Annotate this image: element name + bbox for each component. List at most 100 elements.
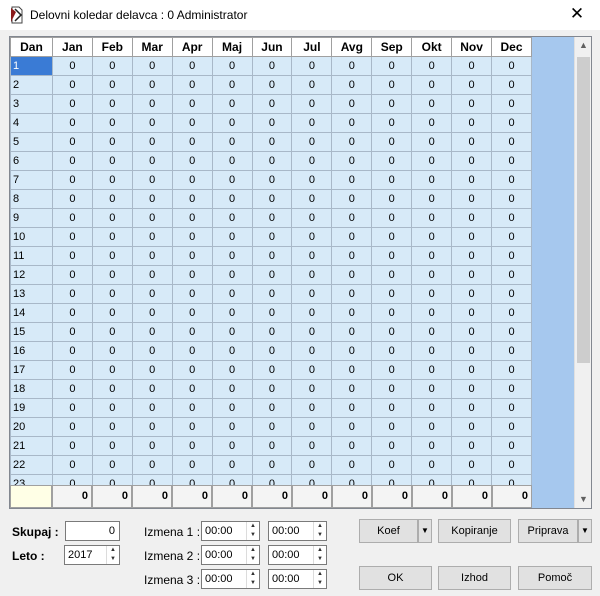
day-cell[interactable]: 4 <box>10 113 53 133</box>
hours-cell[interactable]: 0 <box>211 284 253 304</box>
hours-cell[interactable]: 0 <box>291 322 333 342</box>
hours-cell[interactable]: 0 <box>371 113 413 133</box>
hours-cell[interactable]: 0 <box>331 151 373 171</box>
hours-cell[interactable]: 0 <box>131 170 173 190</box>
hours-cell[interactable]: 0 <box>331 208 373 228</box>
hours-cell[interactable]: 0 <box>91 303 133 323</box>
hours-cell[interactable]: 0 <box>91 379 133 399</box>
hours-cell[interactable]: 0 <box>171 113 213 133</box>
hours-cell[interactable]: 0 <box>251 360 293 380</box>
day-cell[interactable]: 20 <box>10 417 53 437</box>
hours-cell[interactable]: 0 <box>451 208 493 228</box>
hours-cell[interactable]: 0 <box>371 75 413 95</box>
hours-cell[interactable]: 0 <box>131 94 173 114</box>
day-cell[interactable]: 5 <box>10 132 53 152</box>
hours-cell[interactable]: 0 <box>411 360 453 380</box>
hours-cell[interactable]: 0 <box>131 113 173 133</box>
hours-cell[interactable]: 0 <box>491 398 532 418</box>
hours-cell[interactable]: 0 <box>211 132 253 152</box>
hours-cell[interactable]: 0 <box>291 379 333 399</box>
hours-cell[interactable]: 0 <box>51 94 93 114</box>
hours-cell[interactable]: 0 <box>171 322 213 342</box>
hours-cell[interactable]: 0 <box>51 322 93 342</box>
day-cell[interactable]: 2 <box>10 75 53 95</box>
hours-cell[interactable]: 0 <box>91 56 133 76</box>
hours-cell[interactable]: 0 <box>251 208 293 228</box>
hours-cell[interactable]: 0 <box>291 246 333 266</box>
shift-2-from[interactable]: 00:00 ▲ ▼ <box>201 545 260 565</box>
hours-cell[interactable]: 0 <box>171 455 213 475</box>
hours-cell[interactable]: 0 <box>291 265 333 285</box>
hours-cell[interactable]: 0 <box>91 75 133 95</box>
hours-cell[interactable]: 0 <box>451 170 493 190</box>
hours-cell[interactable]: 0 <box>211 246 253 266</box>
hours-cell[interactable]: 0 <box>51 379 93 399</box>
hours-cell[interactable]: 0 <box>331 94 373 114</box>
hours-cell[interactable]: 0 <box>51 455 93 475</box>
hours-cell[interactable]: 0 <box>171 132 213 152</box>
hours-cell[interactable]: 0 <box>251 436 293 456</box>
hours-cell[interactable]: 0 <box>371 379 413 399</box>
hours-cell[interactable]: 0 <box>171 170 213 190</box>
hours-cell[interactable]: 0 <box>171 379 213 399</box>
hours-cell[interactable]: 0 <box>411 379 453 399</box>
hours-cell[interactable]: 0 <box>91 151 133 171</box>
shift-3-to[interactable]: 00:00 ▲ ▼ <box>268 569 327 589</box>
hours-cell[interactable]: 0 <box>251 56 293 76</box>
hours-cell[interactable]: 0 <box>51 113 93 133</box>
hours-cell[interactable]: 0 <box>131 227 173 247</box>
hours-cell[interactable]: 0 <box>451 436 493 456</box>
hours-cell[interactable]: 0 <box>451 379 493 399</box>
column-header-dan[interactable]: Dan <box>10 37 53 57</box>
hours-cell[interactable]: 0 <box>91 417 133 437</box>
hours-cell[interactable]: 0 <box>211 170 253 190</box>
spin-arrows-icon[interactable]: ▲ ▼ <box>313 546 326 564</box>
hours-cell[interactable]: 0 <box>291 189 333 209</box>
hours-cell[interactable]: 0 <box>451 75 493 95</box>
hours-cell[interactable]: 0 <box>51 360 93 380</box>
hours-cell[interactable]: 0 <box>251 189 293 209</box>
hours-cell[interactable]: 0 <box>171 436 213 456</box>
hours-cell[interactable]: 0 <box>331 189 373 209</box>
hours-cell[interactable]: 0 <box>451 360 493 380</box>
hours-cell[interactable]: 0 <box>51 341 93 361</box>
column-header-nov[interactable]: Nov <box>451 37 493 57</box>
column-header-okt[interactable]: Okt <box>411 37 453 57</box>
scroll-up-arrow-icon[interactable]: ▲ <box>575 37 591 54</box>
hours-cell[interactable]: 0 <box>411 436 453 456</box>
hours-cell[interactable]: 0 <box>491 436 532 456</box>
hours-cell[interactable]: 0 <box>91 132 133 152</box>
hours-cell[interactable]: 0 <box>251 170 293 190</box>
hours-cell[interactable]: 0 <box>211 94 253 114</box>
hours-cell[interactable]: 0 <box>131 265 173 285</box>
ok-button[interactable]: OK <box>359 566 432 590</box>
shift-2-to[interactable]: 00:00 ▲ ▼ <box>268 545 327 565</box>
hours-cell[interactable]: 0 <box>91 284 133 304</box>
hours-cell[interactable]: 0 <box>291 436 333 456</box>
hours-cell[interactable]: 0 <box>171 227 213 247</box>
leto-spinner[interactable]: 2017 ▲ ▼ <box>64 545 120 565</box>
hours-cell[interactable]: 0 <box>51 189 93 209</box>
hours-cell[interactable]: 0 <box>371 436 413 456</box>
spin-arrows-icon[interactable]: ▲ ▼ <box>246 570 259 588</box>
hours-cell[interactable]: 0 <box>451 322 493 342</box>
hours-cell[interactable]: 0 <box>451 227 493 247</box>
hours-cell[interactable]: 0 <box>491 132 532 152</box>
hours-cell[interactable]: 0 <box>411 189 453 209</box>
day-cell[interactable]: 3 <box>10 94 53 114</box>
column-header-sep[interactable]: Sep <box>371 37 413 57</box>
column-header-jul[interactable]: Jul <box>291 37 333 57</box>
hours-cell[interactable]: 0 <box>51 436 93 456</box>
hours-cell[interactable]: 0 <box>491 303 532 323</box>
hours-cell[interactable]: 0 <box>251 246 293 266</box>
hours-cell[interactable]: 0 <box>411 208 453 228</box>
hours-cell[interactable]: 0 <box>51 246 93 266</box>
scroll-down-arrow-icon[interactable]: ▼ <box>575 491 591 508</box>
hours-cell[interactable]: 0 <box>211 379 253 399</box>
hours-cell[interactable]: 0 <box>51 303 93 323</box>
priprava-dropdown-arrow-icon[interactable]: ▼ <box>578 519 592 543</box>
hours-cell[interactable]: 0 <box>411 132 453 152</box>
hours-cell[interactable]: 0 <box>251 455 293 475</box>
kopiranje-button[interactable]: Kopiranje <box>438 519 511 543</box>
hours-cell[interactable]: 0 <box>491 113 532 133</box>
